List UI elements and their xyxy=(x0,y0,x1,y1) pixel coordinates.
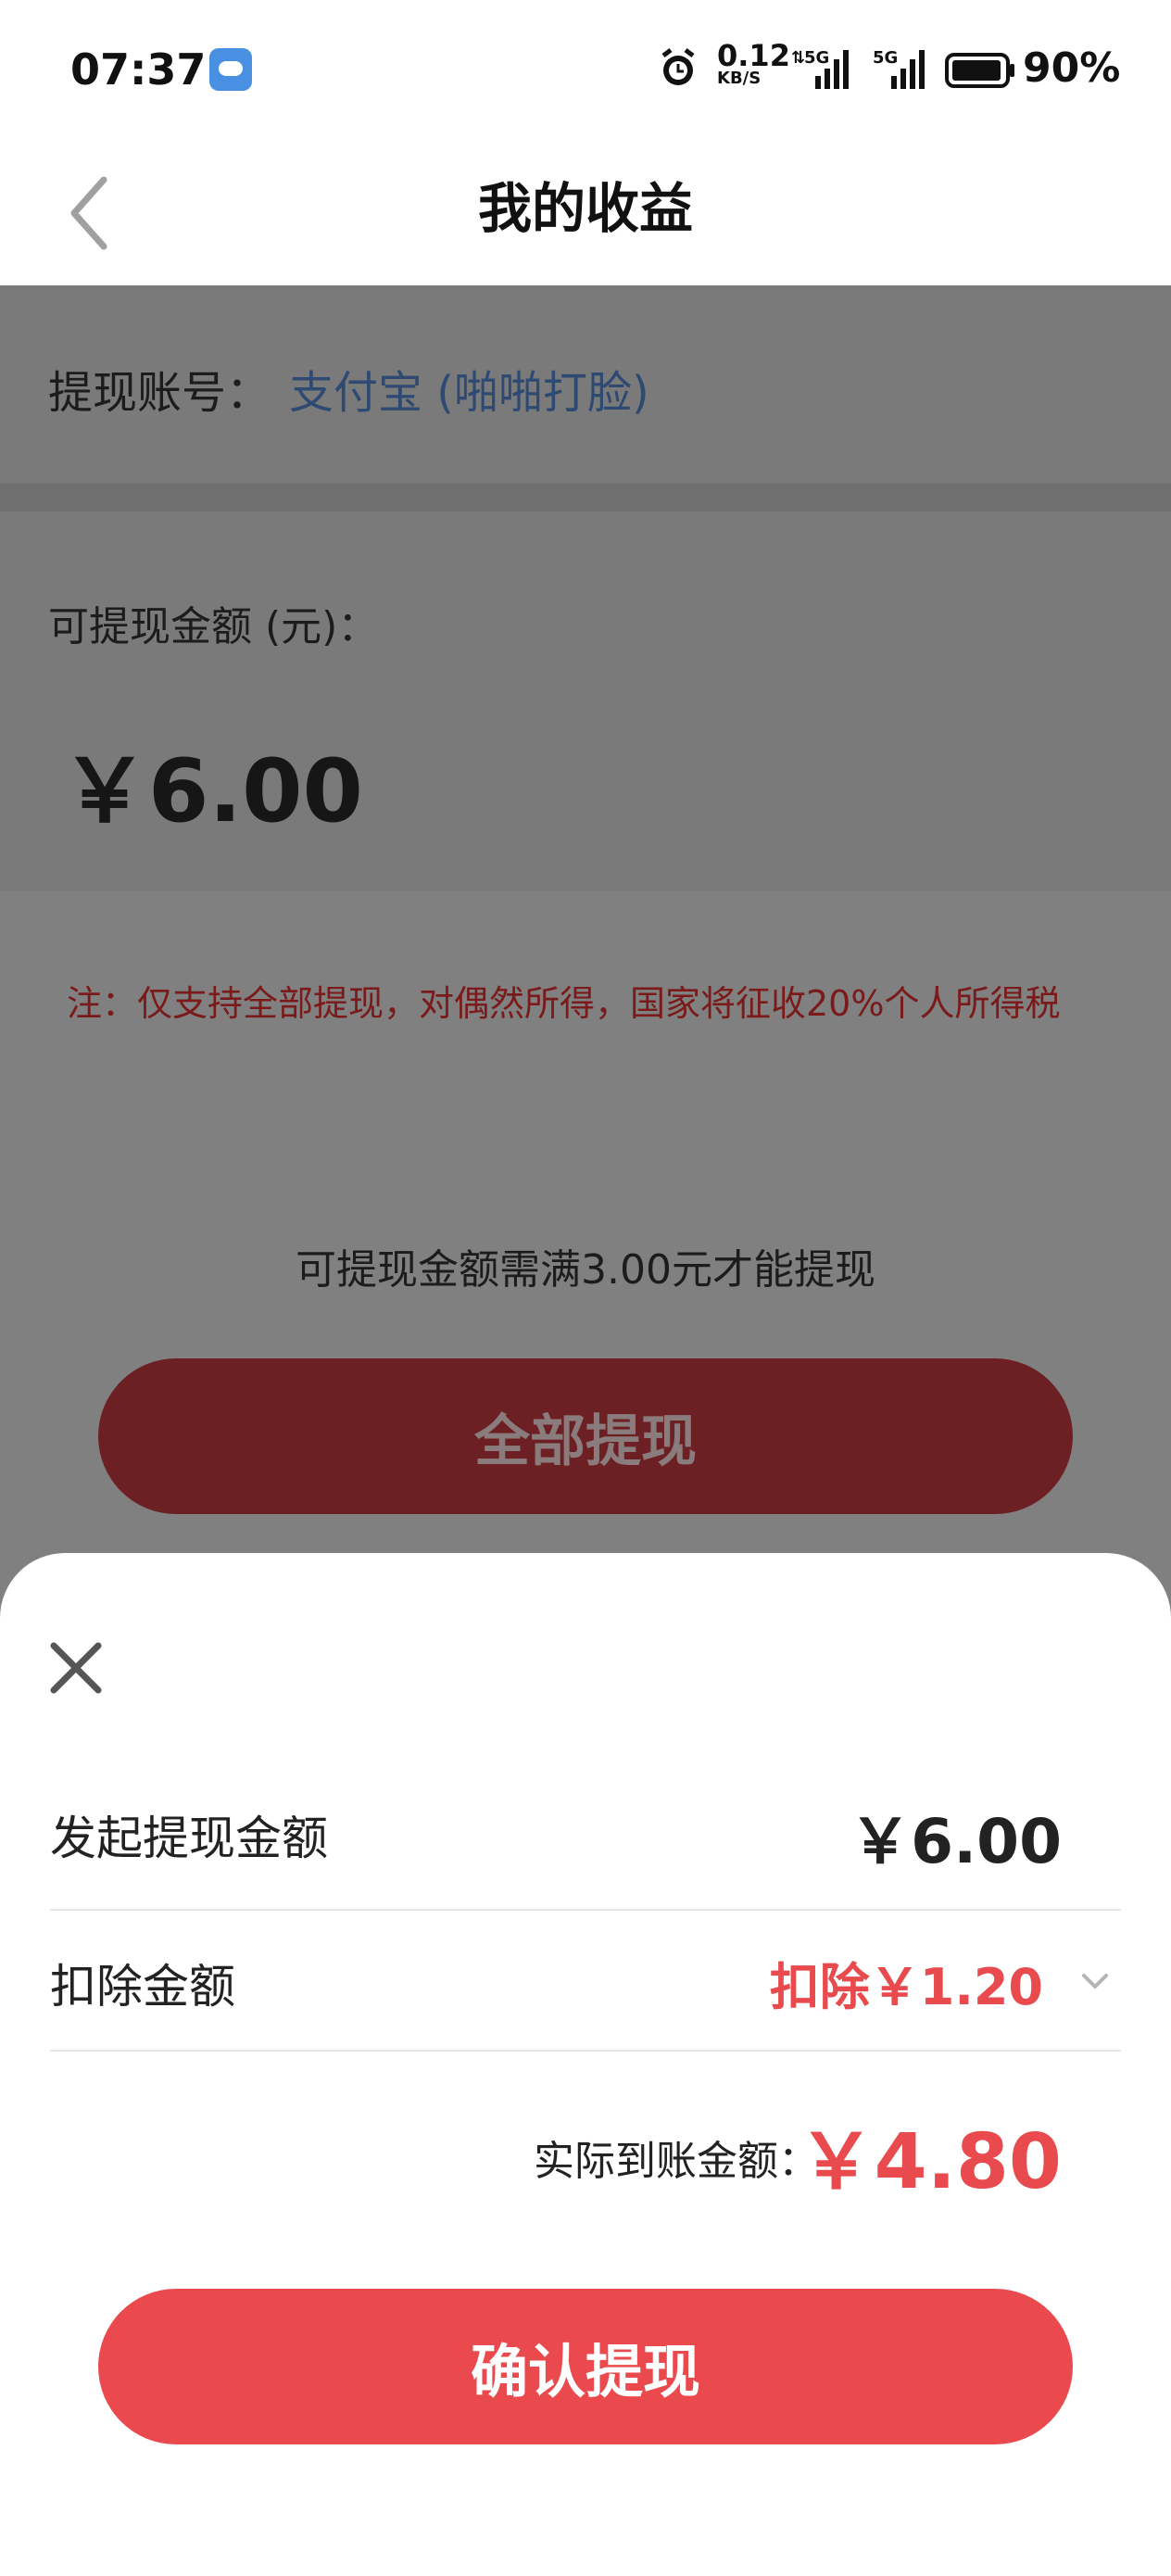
initiate-amount-value: ￥6.00 xyxy=(850,1806,1062,1877)
weather-icon xyxy=(209,48,252,91)
available-amount: ￥6.00 xyxy=(61,741,363,842)
confirm-withdraw-button[interactable]: 确认提现 xyxy=(98,2289,1073,2444)
net-speed: 0.12 KB/S xyxy=(717,41,790,87)
actual-amount-value: ￥4.80 xyxy=(798,2118,1062,2206)
signal-5g-icon-2: 5G xyxy=(873,48,925,89)
available-label: 可提现金额 (元)： xyxy=(48,603,379,650)
account-value[interactable]: 支付宝 (啪啪打脸) xyxy=(289,356,649,421)
close-icon[interactable] xyxy=(48,1640,104,1696)
svg-text:⇅: ⇅ xyxy=(791,48,805,68)
deduct-amount-value[interactable]: 扣除￥1.20 xyxy=(770,1946,1043,2019)
divider xyxy=(50,1909,1121,1911)
tax-note: 注：仅支持全部提现，对偶然所得，国家将征收20%个人所得税 xyxy=(67,983,1061,1024)
actual-amount-label: 实际到账金额： xyxy=(534,2138,819,2185)
alarm-icon xyxy=(661,48,695,85)
signal2-label: 5G xyxy=(873,48,898,68)
chevron-down-icon[interactable] xyxy=(1077,1963,1114,2000)
account-label: 提现账号： xyxy=(48,367,271,419)
status-time: 07:37 xyxy=(70,44,207,95)
deduct-amount-label: 扣除金额 xyxy=(50,1960,235,2014)
divider-2 xyxy=(50,2050,1121,2052)
battery-icon xyxy=(945,53,1014,88)
net-speed-value: 0.12 xyxy=(717,38,790,73)
signal-5g-icon: ⇅ 5G xyxy=(791,48,849,89)
withdraw-all-button[interactable]: 全部提现 xyxy=(98,1358,1073,1514)
initiate-amount-label: 发起提现金额 xyxy=(50,1812,328,1865)
minimum-note: 可提现金额需满3.00元才能提现 xyxy=(296,1246,875,1294)
battery-percent: 90% xyxy=(1023,44,1121,92)
signal1-label: 5G xyxy=(804,48,829,68)
section-divider xyxy=(0,484,1171,511)
page-title: 我的收益 xyxy=(477,177,693,240)
